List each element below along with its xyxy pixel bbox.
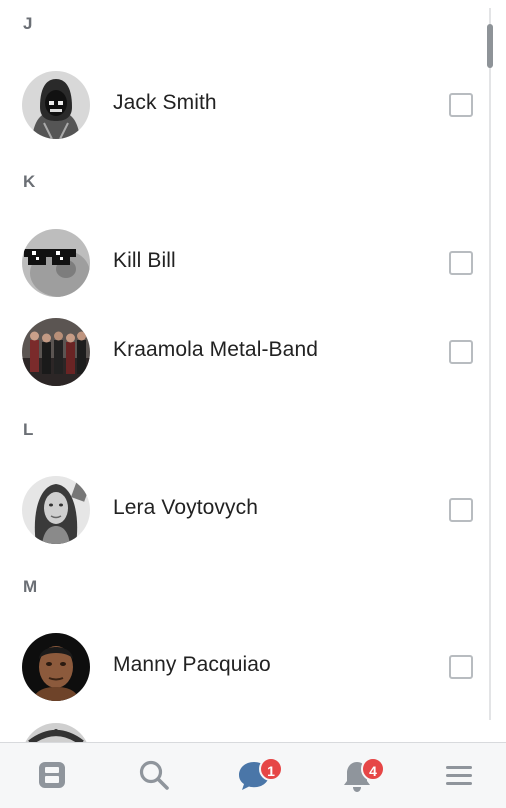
search-icon <box>139 760 169 790</box>
avatar <box>22 318 90 386</box>
avatar <box>22 633 90 701</box>
select-checkbox[interactable] <box>449 340 473 364</box>
contact-row-kill-bill[interactable]: Kill Bill <box>0 229 490 309</box>
contact-name: Manny Pacquiao <box>113 653 271 676</box>
contact-name: Kill Bill <box>113 249 176 272</box>
contact-row-manny-pacquiao[interactable]: Manny Pacquiao <box>0 633 490 713</box>
contact-row-lera-voytovych[interactable]: Lera Voytovych <box>0 476 490 556</box>
contact-row-partial[interactable] <box>0 723 490 742</box>
avatar <box>22 71 90 139</box>
section-header-k: K <box>23 172 36 191</box>
scrollbar-thumb[interactable] <box>487 24 493 68</box>
section-header-j: J <box>23 14 33 33</box>
tab-menu[interactable] <box>419 743 499 808</box>
contacts-list[interactable]: J Jack Smith K Kill Bill Kraamola Metal-… <box>0 0 506 742</box>
tab-notifications[interactable]: 4 <box>317 743 397 808</box>
tab-search[interactable] <box>114 743 194 808</box>
section-header-l: L <box>23 420 34 439</box>
tab-news[interactable] <box>12 743 92 808</box>
tab-messages[interactable]: 1 <box>213 743 293 808</box>
contact-name: Jack Smith <box>113 91 217 114</box>
notifications-badge: 4 <box>361 757 385 781</box>
contact-name: Kraamola Metal-Band <box>113 338 318 361</box>
select-checkbox[interactable] <box>449 498 473 522</box>
scrollbar-track <box>489 8 491 720</box>
menu-icon <box>446 766 472 785</box>
messages-badge: 1 <box>259 757 283 781</box>
avatar <box>22 723 90 742</box>
contact-name: Lera Voytovych <box>113 496 258 519</box>
news-icon <box>39 762 65 788</box>
avatar <box>22 229 90 297</box>
contact-row-jack-smith[interactable]: Jack Smith <box>0 71 490 151</box>
contact-row-kraamola-metal-band[interactable]: Kraamola Metal-Band <box>0 318 490 398</box>
bottom-tab-bar: 1 4 <box>0 742 506 808</box>
avatar <box>22 476 90 544</box>
select-checkbox[interactable] <box>449 655 473 679</box>
select-checkbox[interactable] <box>449 93 473 117</box>
section-header-m: M <box>23 577 38 596</box>
select-checkbox[interactable] <box>449 251 473 275</box>
